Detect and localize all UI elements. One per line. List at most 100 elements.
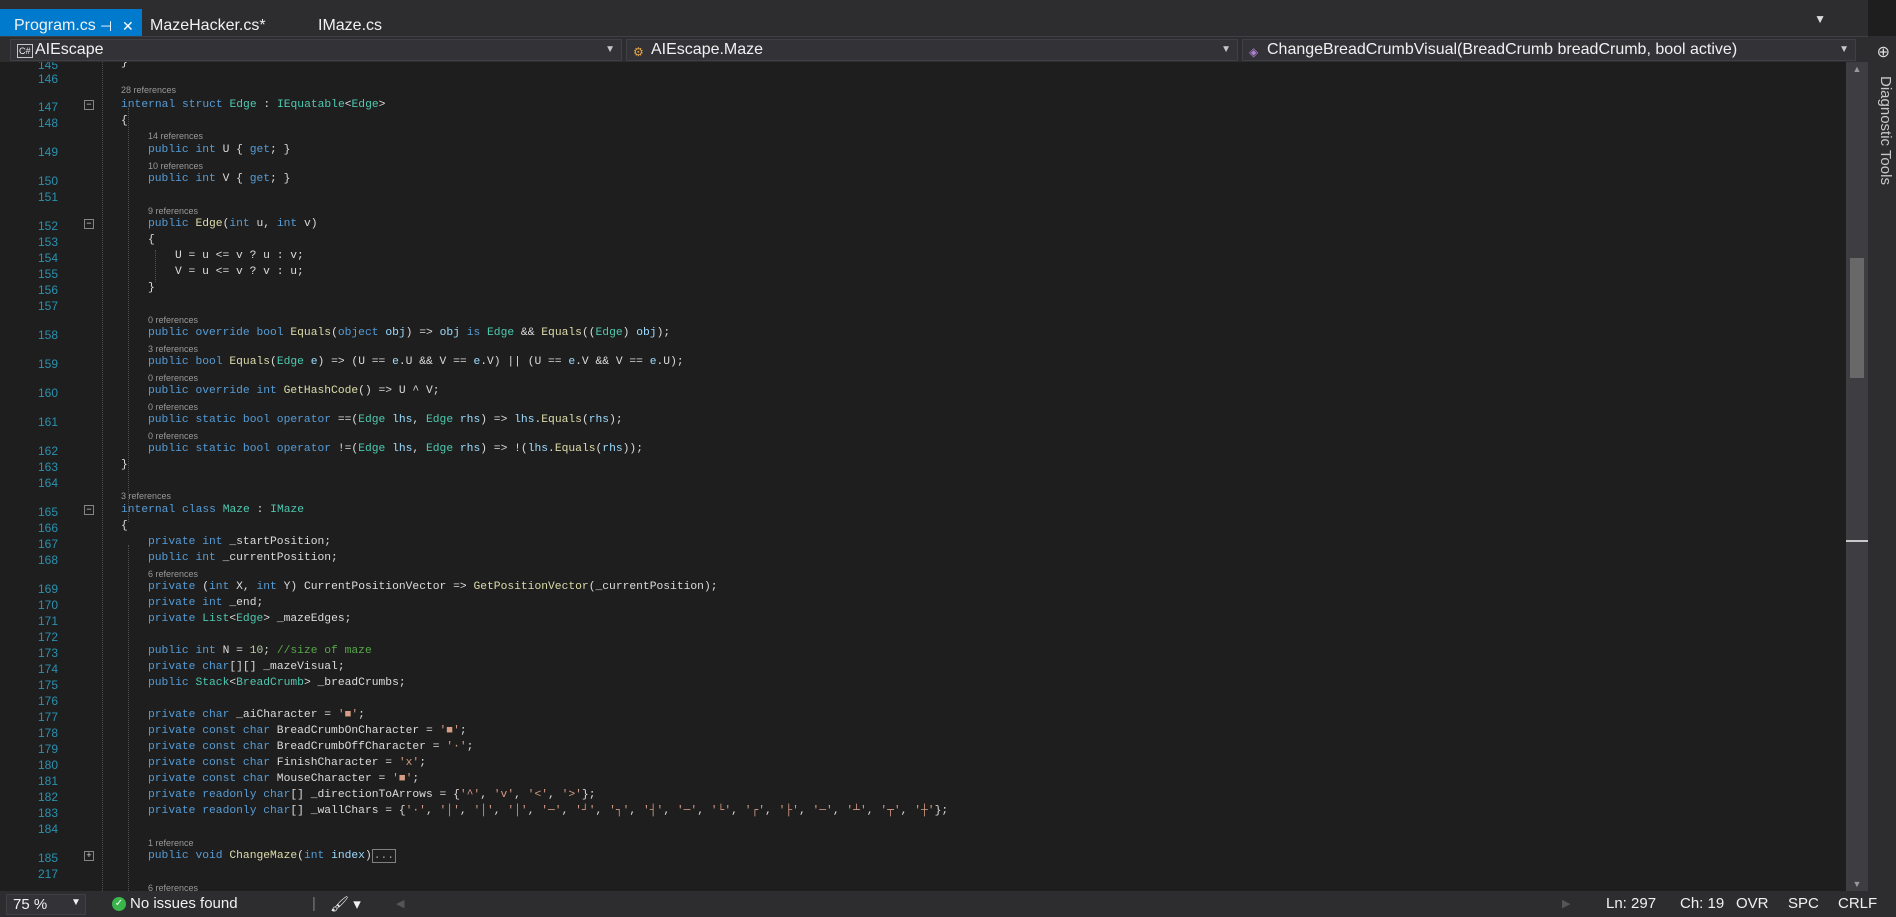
collapse-icon[interactable]: − [84,100,94,110]
code-text: } [121,62,128,69]
diagnostic-tools-label[interactable]: Diagnostic Tools [1877,76,1894,185]
code-line: 152 − public Edge(int u, int v) [0,217,1800,233]
line-number: 181 [37,774,58,788]
code-text: private int _end; [148,597,264,609]
line-number: 183 [37,806,58,820]
codelens-references[interactable]: 0 references [148,431,198,441]
code-text: private List<Edge> _mazeEdges; [148,613,352,625]
line-number: 179 [37,742,58,756]
code-line: 181 private const char MouseCharacter = … [0,772,1800,788]
code-text: private readonly char[] _wallChars = {'·… [148,805,949,817]
collapsed-region[interactable]: ... [371,849,397,863]
whitespace-indicator[interactable]: SPC [1788,895,1819,912]
code-line: 175 public Stack<BreadCrumb> _breadCrumb… [0,676,1800,692]
code-text: } [121,459,128,471]
code-text: public void ChangeMaze(int index)... [148,849,397,863]
code-line: 170 private int _end; [0,596,1800,612]
codelens-references[interactable]: 9 references [148,206,198,216]
expand-icon[interactable]: + [84,851,94,861]
code-line: 179 private const char BreadCrumbOffChar… [0,740,1800,756]
type-dropdown[interactable]: ⚙ AIEscape.Maze ▼ [626,39,1238,61]
scroll-left-icon[interactable]: ◀ [396,897,404,910]
codelens-references[interactable]: 1 reference [148,838,194,848]
codelens-references[interactable]: 14 references [148,131,203,141]
diagnostic-tools-strip[interactable]: ⊕ Diagnostic Tools [1868,36,1896,917]
code-text: { [148,234,155,246]
code-lines: 145 } 146 28 references 147 − internal s… [0,62,1856,891]
code-line: 148 { [0,114,1800,130]
line-number: 159 [37,357,58,371]
scroll-down-icon[interactable]: ▼ [1846,879,1868,889]
codelens-references[interactable]: 0 references [148,315,198,325]
caret-position-marker [1846,540,1868,542]
issues-indicator[interactable]: ✓ No issues found [112,895,238,912]
code-line: 171 private List<Edge> _mazeEdges; [0,612,1800,628]
issues-text: No issues found [130,895,238,912]
codelens-references[interactable]: 0 references [148,373,198,383]
code-line: 185 + public void ChangeMaze(int index).… [0,849,1800,865]
code-text: private (int X, int Y) CurrentPositionVe… [148,581,718,593]
code-text: public override bool Equals(object obj) … [148,327,671,339]
code-line: 149 public int U { get; } [0,143,1800,159]
codelens-references[interactable]: 28 references [121,85,176,95]
line-number: 165 [37,505,58,519]
code-line: 151 [0,188,1800,204]
chevron-down-icon: ▼ [605,44,615,55]
code-line: 176 [0,692,1800,708]
code-line: 177 private char _aiCharacter = '■'; [0,708,1800,724]
codelens-references[interactable]: 3 references [121,491,171,501]
code-text: public static bool operator !=(Edge lhs,… [148,443,643,455]
line-indicator[interactable]: Ln: 297 [1606,895,1656,912]
code-line: 154 U = u <= v ? u : v; [0,249,1800,265]
scrollbar-thumb[interactable] [1850,258,1864,378]
split-icon[interactable]: ⊕ [1877,42,1890,62]
line-number: 171 [37,614,58,628]
code-line: 156 } [0,281,1800,297]
collapse-icon[interactable]: − [84,505,94,515]
zoom-level: 75 % [13,896,48,913]
code-text: U = u <= v ? u : v; [175,250,304,262]
code-text: private const char FinishCharacter = 'x'… [148,757,426,769]
code-line: 153 { [0,233,1800,249]
line-number: 174 [37,662,58,676]
line-ending-indicator[interactable]: CRLF [1838,895,1877,912]
code-line: 161 public static bool operator ==(Edge … [0,413,1800,429]
project-dropdown[interactable]: C# AIEscape ▼ [10,39,622,61]
code-line: 164 [0,474,1800,490]
code-line: 163 } [0,458,1800,474]
code-line: 157 [0,297,1800,313]
line-number: 149 [37,145,58,159]
zoom-dropdown[interactable]: 75 % ▼ [6,894,86,915]
line-number: 172 [37,630,58,644]
code-text: private const char MouseCharacter = '■'; [148,773,420,785]
codelens-references[interactable]: 6 references [148,569,198,579]
code-text: public int U { get; } [148,144,291,156]
code-editor[interactable]: 145 } 146 28 references 147 − internal s… [0,62,1856,891]
editor-status-bar: 75 % ▼ ✓ No issues found | 🖌 ▾ ◀ ▶ Ln: 29… [0,891,1877,917]
line-number: 163 [37,460,58,474]
scroll-right-icon[interactable]: ▶ [1562,897,1570,910]
codelens-references[interactable]: 0 references [148,402,198,412]
codelens-references[interactable]: 3 references [148,344,198,354]
code-line: 147 − internal struct Edge : IEquatable<… [0,98,1800,114]
line-number: 147 [37,100,58,114]
code-text: public int _currentPosition; [148,552,338,564]
collapse-icon[interactable]: − [84,219,94,229]
codelens-references[interactable]: 10 references [148,161,203,171]
code-line: 183 private readonly char[] _wallChars =… [0,804,1800,820]
code-cleanup-icon[interactable]: 🖌 ▾ [330,895,361,913]
overwrite-indicator[interactable]: OVR [1736,895,1769,912]
codelens-references[interactable]: 6 references [148,883,198,891]
member-dropdown[interactable]: ◈ ChangeBreadCrumbVisual(BreadCrumb brea… [1242,39,1856,61]
code-line: 167 private int _startPosition; [0,535,1800,551]
line-number: 146 [37,72,58,86]
scroll-up-icon[interactable]: ▲ [1846,64,1868,74]
column-indicator[interactable]: Ch: 19 [1680,895,1724,912]
line-number: 164 [37,476,58,490]
code-text: private readonly char[] _directionToArro… [148,789,596,801]
code-text: public override int GetHashCode() => U ^… [148,385,440,397]
code-text: private char[][] _mazeVisual; [148,661,345,673]
class-icon: ⚙ [633,45,644,59]
vertical-scrollbar[interactable]: ▲ ▼ [1846,62,1868,891]
tab-list-dropdown-icon[interactable]: ▼ [1814,12,1826,26]
